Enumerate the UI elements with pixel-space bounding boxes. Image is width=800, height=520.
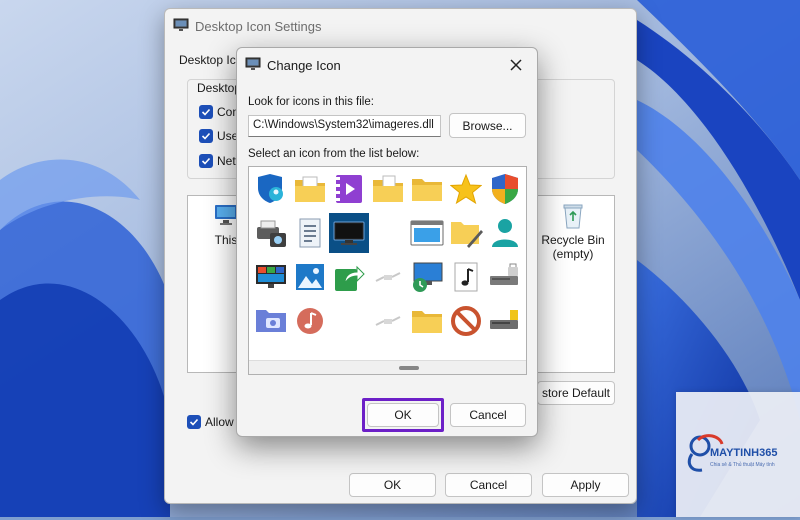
ok-button[interactable]: OK — [349, 473, 436, 497]
icon-list[interactable] — [248, 166, 527, 375]
checkmark-icon — [199, 129, 213, 143]
checkbox-allow-themes[interactable]: Allow — [187, 415, 234, 429]
change-icon-dialog: Change Icon Look for icons in this file:… — [236, 47, 538, 437]
music-note-icon[interactable] — [446, 257, 486, 297]
folder-camera-icon[interactable] — [251, 301, 291, 341]
blank-icon[interactable] — [368, 213, 408, 253]
scrollbar-thumb[interactable] — [399, 366, 419, 370]
checkbox-computer[interactable]: Con — [199, 105, 239, 119]
cable-icon[interactable] — [368, 257, 408, 297]
user-icon[interactable] — [485, 213, 525, 253]
printer-scan-icon[interactable] — [251, 213, 291, 253]
file-path-input[interactable]: C:\Windows\System32\imageres.dll — [248, 115, 441, 137]
checkbox-user-files[interactable]: Use — [199, 129, 238, 143]
folder-icon[interactable] — [407, 169, 447, 209]
monitor-clock-icon[interactable] — [407, 257, 447, 297]
browse-button[interactable]: Browse... — [449, 113, 526, 138]
window-icon[interactable] — [407, 213, 447, 253]
ok-button[interactable]: OK — [367, 403, 439, 427]
drive-lock-icon[interactable] — [485, 257, 525, 297]
cancel-button[interactable]: Cancel — [445, 473, 532, 497]
dialog-title: Desktop Icon Settings — [195, 19, 322, 34]
drive-usb-icon[interactable] — [485, 301, 525, 341]
recycle-bin-icon — [561, 204, 585, 233]
apply-button[interactable]: Apply — [542, 473, 629, 497]
brand-name: MAYTINH365 — [710, 447, 778, 459]
look-for-label: Look for icons in this file: — [248, 96, 374, 108]
music-disc-icon[interactable] — [290, 301, 330, 341]
checkmark-icon — [187, 415, 201, 429]
pane-item-label: Recycle Bin (empty) — [541, 233, 605, 261]
checkmark-icon — [199, 105, 213, 119]
cancel-button[interactable]: Cancel — [450, 403, 526, 427]
watermark-logo: MAYTINH365 Chia sẻ & Thủ thuật Máy tính — [676, 392, 800, 517]
folder-icon[interactable] — [407, 301, 447, 341]
monitor-color-icon[interactable] — [251, 257, 291, 297]
folder-pencil-icon[interactable] — [446, 213, 486, 253]
star-icon[interactable] — [446, 169, 486, 209]
folder-doc2-icon[interactable] — [368, 169, 408, 209]
monitor-icon — [245, 57, 261, 74]
restore-default-button[interactable]: store Default — [537, 381, 615, 405]
pane-item-recycle-bin[interactable]: Recycle Bin (empty) — [532, 202, 614, 261]
folder-doc-icon[interactable] — [290, 169, 330, 209]
picture-icon[interactable] — [290, 257, 330, 297]
select-icon-label: Select an icon from the list below: — [248, 148, 420, 160]
monitor-dark-icon[interactable] — [329, 213, 369, 253]
brand-tagline: Chia sẻ & Thủ thuật Máy tính — [710, 462, 775, 468]
checkbox-label: Allow — [205, 415, 234, 429]
video-folder-icon[interactable] — [329, 169, 369, 209]
no-sign-icon[interactable] — [446, 301, 486, 341]
share-arrow-icon[interactable] — [329, 257, 369, 297]
cable-icon[interactable] — [368, 301, 408, 341]
close-icon[interactable] — [507, 56, 525, 74]
security-shield-icon[interactable] — [485, 169, 525, 209]
title-bar: Desktop Icon Settings — [165, 9, 636, 43]
checkmark-icon — [199, 154, 213, 168]
tab-desktop-icons[interactable]: Desktop Ic — [179, 53, 236, 67]
blank-icon[interactable] — [329, 301, 369, 341]
horizontal-scrollbar[interactable] — [249, 360, 526, 374]
shield-user-icon[interactable] — [251, 169, 291, 209]
dialog-title: Change Icon — [267, 58, 341, 73]
monitor-icon — [173, 18, 189, 35]
document-icon[interactable] — [290, 213, 330, 253]
